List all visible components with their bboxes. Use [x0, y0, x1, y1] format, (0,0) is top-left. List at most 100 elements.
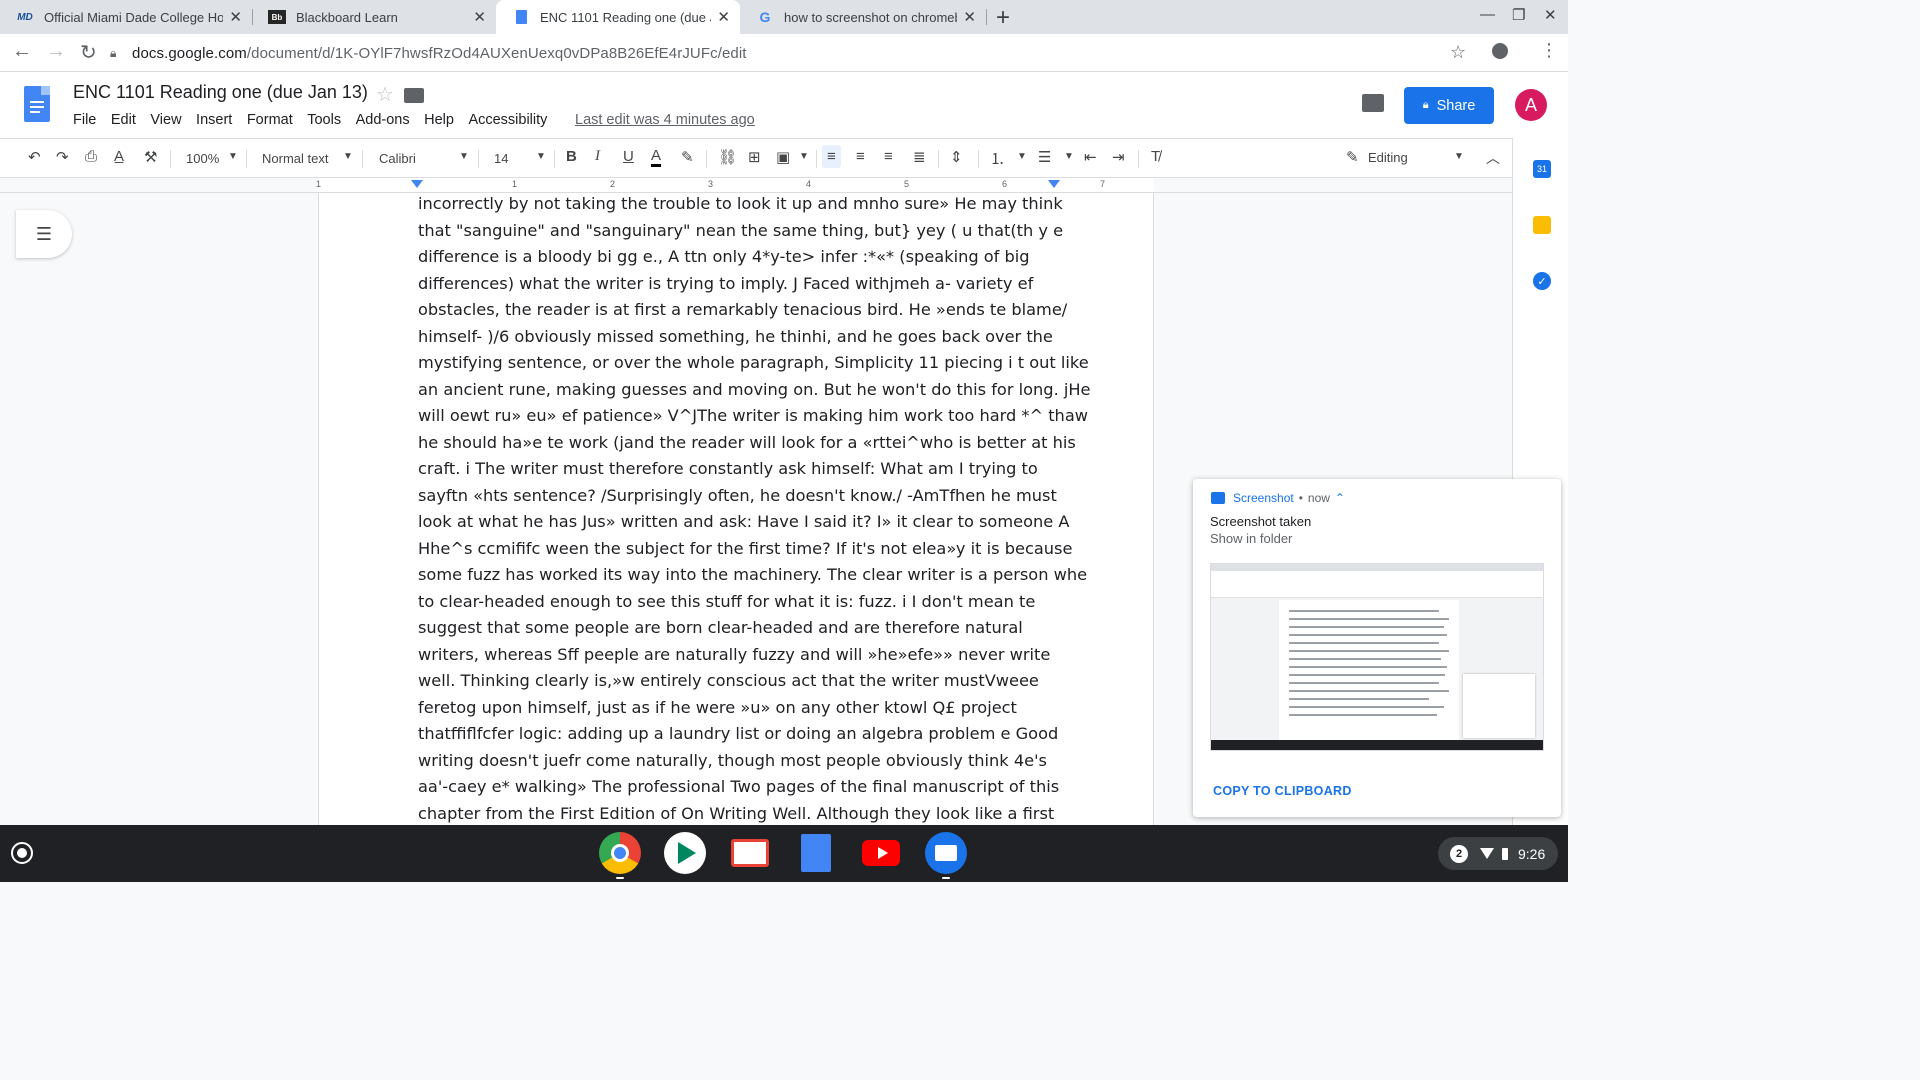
restore-window-icon[interactable]: ❐ — [1512, 6, 1525, 24]
show-in-folder-link[interactable]: Show in folder — [1210, 531, 1292, 546]
screenshot-notification[interactable]: Screenshot • now ⌃ Screenshot taken Show… — [1193, 479, 1561, 817]
hide-menus-icon[interactable]: ︿ — [1486, 148, 1500, 168]
menu-tools[interactable]: Tools — [307, 112, 341, 128]
document-text-line[interactable]: writing doesn't juefr come naturally, th… — [418, 748, 1078, 775]
menu-format[interactable]: Format — [247, 112, 293, 128]
play-store-app-icon[interactable] — [664, 832, 706, 874]
url-field[interactable]: 🔒︎ docs.google.com/document/d/1K-OYlF7hw… — [110, 38, 1480, 68]
document-text-line[interactable]: that "sanguine" and "sanguinary" nean th… — [418, 218, 1078, 245]
document-text-line[interactable]: some fuzz has worked its way into the ma… — [418, 562, 1087, 589]
left-indent-marker[interactable] — [411, 180, 423, 188]
document-text-line[interactable]: an ancient rune, making guesses and movi… — [418, 377, 1091, 404]
close-tab-icon[interactable]: ✕ — [717, 8, 730, 26]
tab-miami-dade[interactable]: MD Official Miami Dade College Hom ✕ — [0, 0, 252, 34]
document-text-line[interactable]: to clear-headed enough to see this stuff… — [418, 589, 1078, 616]
underline-icon[interactable]: U — [623, 148, 634, 165]
paint-format-icon[interactable]: ⚒ — [144, 148, 157, 166]
files-app-icon[interactable] — [925, 832, 967, 874]
tab-blackboard[interactable]: Bb Blackboard Learn ✕ — [252, 0, 496, 34]
close-tab-icon[interactable]: ✕ — [963, 8, 976, 26]
youtube-app-icon[interactable] — [860, 832, 902, 874]
star-icon[interactable]: ☆ — [376, 82, 394, 107]
document-text-line[interactable]: thatffiflfcfer logic: adding up a laundr… — [418, 721, 1078, 748]
font-size-select[interactable]: 14 — [494, 151, 508, 166]
document-text-line[interactable]: incorrectly by not taking the trouble to… — [418, 193, 1078, 218]
chevron-down-icon[interactable]: ▼ — [799, 151, 809, 162]
bulleted-list-icon[interactable]: ☰ — [1038, 148, 1051, 166]
tab-google-search[interactable]: G how to screenshot on chromebo ✕ — [740, 0, 986, 34]
undo-icon[interactable]: ↶ — [28, 148, 41, 166]
close-tab-icon[interactable]: ✕ — [229, 8, 242, 26]
screenshot-thumbnail[interactable] — [1210, 563, 1544, 751]
italic-icon[interactable]: I — [595, 148, 600, 165]
chevron-down-icon[interactable]: ▼ — [1454, 151, 1464, 162]
close-window-icon[interactable]: ✕ — [1544, 6, 1557, 24]
editing-mode-select[interactable]: Editing — [1368, 150, 1408, 165]
chevron-down-icon[interactable]: ▼ — [343, 151, 353, 162]
close-tab-icon[interactable]: ✕ — [473, 8, 486, 26]
document-text-line[interactable]: differences) what the writer is trying t… — [418, 271, 1078, 298]
align-left-icon[interactable]: ≡ — [822, 145, 841, 168]
gmail-app-icon[interactable] — [729, 832, 771, 874]
new-tab-button[interactable]: + — [996, 4, 1010, 32]
reload-icon[interactable]: ↻ — [80, 40, 97, 65]
add-comment-icon[interactable]: ⊞ — [748, 148, 761, 166]
forward-icon[interactable]: → — [46, 40, 66, 63]
document-text-line[interactable]: mystifying sentence, or over the whole p… — [418, 350, 1089, 377]
back-icon[interactable]: ← — [12, 40, 32, 63]
document-body[interactable]: incorrectly by not taking the trouble to… — [418, 193, 1091, 826]
menu-add-ons[interactable]: Add-ons — [356, 112, 410, 128]
bookmark-star-icon[interactable]: ☆ — [1450, 42, 1466, 63]
insert-link-icon[interactable]: ⛓ — [718, 148, 737, 166]
insert-image-icon[interactable]: ▣ — [776, 148, 790, 166]
docs-logo-icon[interactable] — [24, 86, 50, 122]
calendar-icon[interactable]: 31 — [1533, 160, 1551, 178]
comments-icon[interactable] — [1362, 94, 1384, 112]
document-page[interactable]: incorrectly by not taking the trouble to… — [318, 193, 1154, 825]
tasks-icon[interactable]: ✓ — [1533, 272, 1551, 290]
tab-enc-doc[interactable]: ENC 1101 Reading one (due Jan ✕ — [496, 0, 740, 34]
document-text-line[interactable]: look at what he has Jus» written and ask… — [418, 509, 1078, 536]
document-title[interactable]: ENC 1101 Reading one (due Jan 13) — [73, 82, 368, 103]
document-text-line[interactable]: obstacles, the reader is at first a rema… — [418, 297, 1078, 324]
document-outline-icon[interactable]: ☰ — [16, 210, 72, 258]
last-edit-link[interactable]: Last edit was 4 minutes ago — [575, 112, 755, 128]
menu-help[interactable]: Help — [424, 112, 454, 128]
keep-icon[interactable] — [1533, 216, 1551, 234]
align-right-icon[interactable]: ≡ — [884, 148, 893, 165]
document-text-line[interactable]: craft. i The writer must therefore const… — [418, 456, 1078, 483]
highlight-color-icon[interactable]: ✎ — [681, 148, 694, 166]
increase-indent-icon[interactable]: ⇥ — [1112, 148, 1125, 166]
paragraph-style-select[interactable]: Normal text — [262, 151, 328, 166]
menu-edit[interactable]: Edit — [111, 112, 136, 128]
line-spacing-icon[interactable]: ⇕ — [950, 148, 963, 166]
clear-formatting-icon[interactable]: T̸ — [1151, 148, 1160, 165]
bold-icon[interactable]: B — [566, 148, 577, 165]
chevron-up-icon[interactable]: ⌃ — [1335, 491, 1345, 505]
font-select[interactable]: Calibri — [379, 151, 416, 166]
launcher-icon[interactable] — [11, 842, 33, 864]
zoom-select[interactable]: 100% — [186, 151, 219, 166]
extension-icon[interactable] — [1492, 43, 1508, 59]
text-color-icon[interactable]: A — [651, 148, 662, 167]
chevron-down-icon[interactable]: ▼ — [1017, 151, 1027, 162]
menu-view[interactable]: View — [150, 112, 181, 128]
chevron-down-icon[interactable]: ▼ — [536, 151, 546, 162]
spellcheck-icon[interactable]: A̲ — [114, 148, 124, 165]
numbered-list-icon[interactable]: ⒈ — [990, 148, 1005, 169]
document-text-line[interactable]: will oewt ru» eu» ef patience» V^JThe wr… — [418, 403, 1088, 430]
menu-accessibility[interactable]: Accessibility — [468, 112, 547, 128]
copy-to-clipboard-button[interactable]: COPY TO CLIPBOARD — [1213, 784, 1352, 798]
print-icon[interactable]: ⎙ — [85, 148, 97, 165]
document-text-line[interactable]: well. Thinking clearly is,»w entirely co… — [418, 668, 1078, 695]
document-text-line[interactable]: he should ha»e te work (jand the reader … — [418, 430, 1078, 457]
chrome-app-icon[interactable] — [599, 832, 641, 874]
document-text-line[interactable]: difference is a bloody bi gg e., A ttn o… — [418, 244, 1078, 271]
avatar[interactable]: A — [1515, 89, 1547, 121]
document-text-line[interactable]: himself- )/6 obviously missed something,… — [418, 324, 1078, 351]
browser-menu-icon[interactable]: ⋮ — [1540, 40, 1558, 61]
decrease-indent-icon[interactable]: ⇤ — [1084, 148, 1097, 166]
align-center-icon[interactable]: ≡ — [856, 148, 865, 165]
document-text-line[interactable]: chapter from the First Edition of On Wri… — [418, 801, 1078, 826]
menu-insert[interactable]: Insert — [196, 112, 232, 128]
